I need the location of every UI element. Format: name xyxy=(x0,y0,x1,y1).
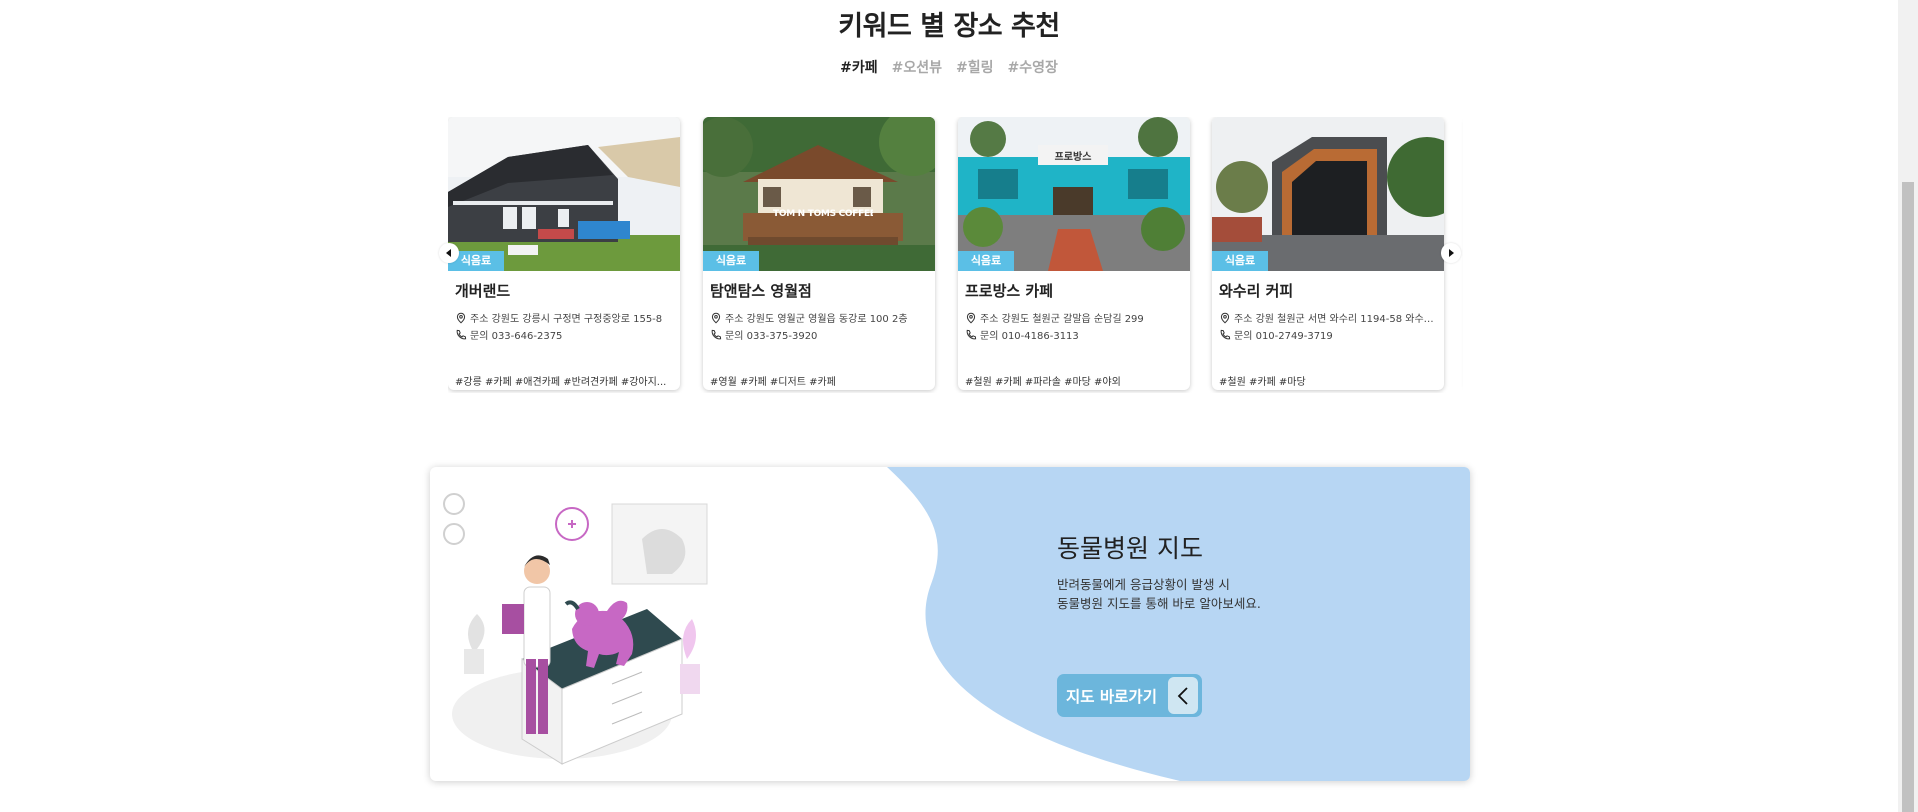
vet-map-banner: 동물병원 지도 반려동물에게 응급상황이 발생 시 동물병원 지도를 통해 바로… xyxy=(430,467,1470,781)
place-address: 주소 강원도 철원군 갈말읍 순담길 299 xyxy=(980,314,1144,325)
location-pin-icon xyxy=(711,312,721,323)
tab-pool[interactable]: #수영장 xyxy=(1008,57,1058,77)
address-row: 주소 강원도 철원군 갈말읍 순담길 299 xyxy=(965,310,1183,325)
tab-oceanview[interactable]: #오션뷰 xyxy=(892,57,942,77)
keyword-tabs: #카페 #오션뷰 #힐링 #수영장 xyxy=(0,57,1898,77)
place-photo: TOM N TOMS COFFEE xyxy=(703,117,935,271)
place-phone: 문의 033-646-2375 xyxy=(470,331,563,342)
place-phone: 문의 033-375-3920 xyxy=(725,331,818,342)
caret-right-icon xyxy=(1449,249,1454,257)
vet-illustration xyxy=(443,493,708,765)
banner-title: 동물병원 지도 xyxy=(1057,534,1203,563)
place-address: 주소 강원도 강릉시 구정면 구정중앙로 155-8 xyxy=(470,314,663,325)
place-name: 와수리 커피 xyxy=(1219,282,1294,300)
phone-row: 문의 033-375-3920 xyxy=(710,327,928,342)
scrollbar-thumb[interactable] xyxy=(1902,182,1914,812)
map-shortcut-label: 지도 바로가기 xyxy=(1066,687,1157,706)
map-shortcut-button[interactable]: 지도 바로가기 xyxy=(1057,674,1202,717)
caret-left-icon xyxy=(446,249,451,257)
place-tags: #철원 #카페 #마당 xyxy=(1219,377,1306,388)
location-pin-icon xyxy=(1220,312,1230,323)
category-badge: 식음료 xyxy=(1212,251,1268,271)
location-pin-icon xyxy=(966,312,976,323)
place-card[interactable]: TOM N TOMS COFFEE 식음료 탐앤탐스 영월점 주소 강원도 영월… xyxy=(703,117,935,390)
category-badge: 식음료 xyxy=(703,251,759,271)
provence-sign: 프로방스 xyxy=(1054,152,1092,163)
address-row: 주소 강원 철원군 서면 와수리 1194-58 와수리 커피 xyxy=(1219,310,1437,325)
location-pin-icon xyxy=(456,312,466,323)
place-card[interactable]: 프로방스 식음료 프로방스 카페 주소 강원도 철원군 갈말읍 순담길 299 … xyxy=(958,117,1190,390)
tab-cafe[interactable]: #카페 xyxy=(840,57,878,77)
phone-row: 문의 033-646-2375 xyxy=(455,327,673,342)
carousel-next-button[interactable] xyxy=(1441,243,1461,263)
banner-desc-line: 반려동물에게 응급상황이 발생 시 xyxy=(1057,577,1230,592)
phone-icon xyxy=(1220,329,1231,339)
section-title: 키워드 별 장소 추천 xyxy=(838,11,1060,42)
carousel-prev-button[interactable] xyxy=(439,243,459,263)
category-badge: 식음료 xyxy=(958,251,1014,271)
phone-icon xyxy=(966,329,977,339)
banner-description: 반려동물에게 응급상황이 발생 시 동물병원 지도를 통해 바로 알아보세요. xyxy=(1057,575,1261,613)
place-tags: #영월 #카페 #디저트 #카페 xyxy=(710,377,836,388)
phone-row: 문의 010-2749-3719 xyxy=(1219,327,1437,342)
place-tags: #강릉 #카페 #애견카페 #반려견카페 #강아지... xyxy=(455,377,667,388)
page-scrollbar[interactable] xyxy=(1898,0,1918,812)
address-row: 주소 강원도 강릉시 구정면 구정중앙로 155-8 xyxy=(455,310,673,325)
place-card[interactable]: 식음료 와수리 커피 주소 강원 철원군 서면 와수리 1194-58 와수리 … xyxy=(1212,117,1444,390)
chevron-left-icon xyxy=(1168,677,1198,714)
place-photo xyxy=(1212,117,1444,271)
place-photo xyxy=(448,117,680,271)
place-photo: 프로방스 xyxy=(958,117,1190,271)
place-address: 주소 강원 철원군 서면 와수리 1194-58 와수리 커피 xyxy=(1234,314,1437,325)
phone-icon xyxy=(711,329,722,339)
place-card[interactable]: 식음료 개버랜드 주소 강원도 강릉시 구정면 구정중앙로 155-8 문의 0… xyxy=(448,117,680,390)
place-address: 주소 강원도 영월군 영월읍 동강로 100 2층 xyxy=(725,314,908,325)
banner-desc-line: 동물병원 지도를 통해 바로 알아보세요. xyxy=(1057,596,1261,611)
tab-healing[interactable]: #힐링 xyxy=(956,57,994,77)
place-phone: 문의 010-4186-3113 xyxy=(980,331,1079,342)
place-name: 개버랜드 xyxy=(455,282,511,300)
place-phone: 문의 010-2749-3719 xyxy=(1234,331,1333,342)
place-name: 프로방스 카페 xyxy=(965,282,1054,300)
place-name: 탐앤탐스 영월점 xyxy=(710,282,812,300)
place-tags: #철원 #카페 #파라솔 #마당 #야외 xyxy=(965,377,1121,388)
phone-icon xyxy=(456,329,467,339)
tomntoms-sign: TOM N TOMS COFFEE xyxy=(773,209,873,219)
address-row: 주소 강원도 영월군 영월읍 동강로 100 2층 xyxy=(710,310,928,325)
place-carousel: 식음료 개버랜드 주소 강원도 강릉시 구정면 구정중앙로 155-8 문의 0… xyxy=(448,117,1463,393)
phone-row: 문의 010-4186-3113 xyxy=(965,327,1183,342)
